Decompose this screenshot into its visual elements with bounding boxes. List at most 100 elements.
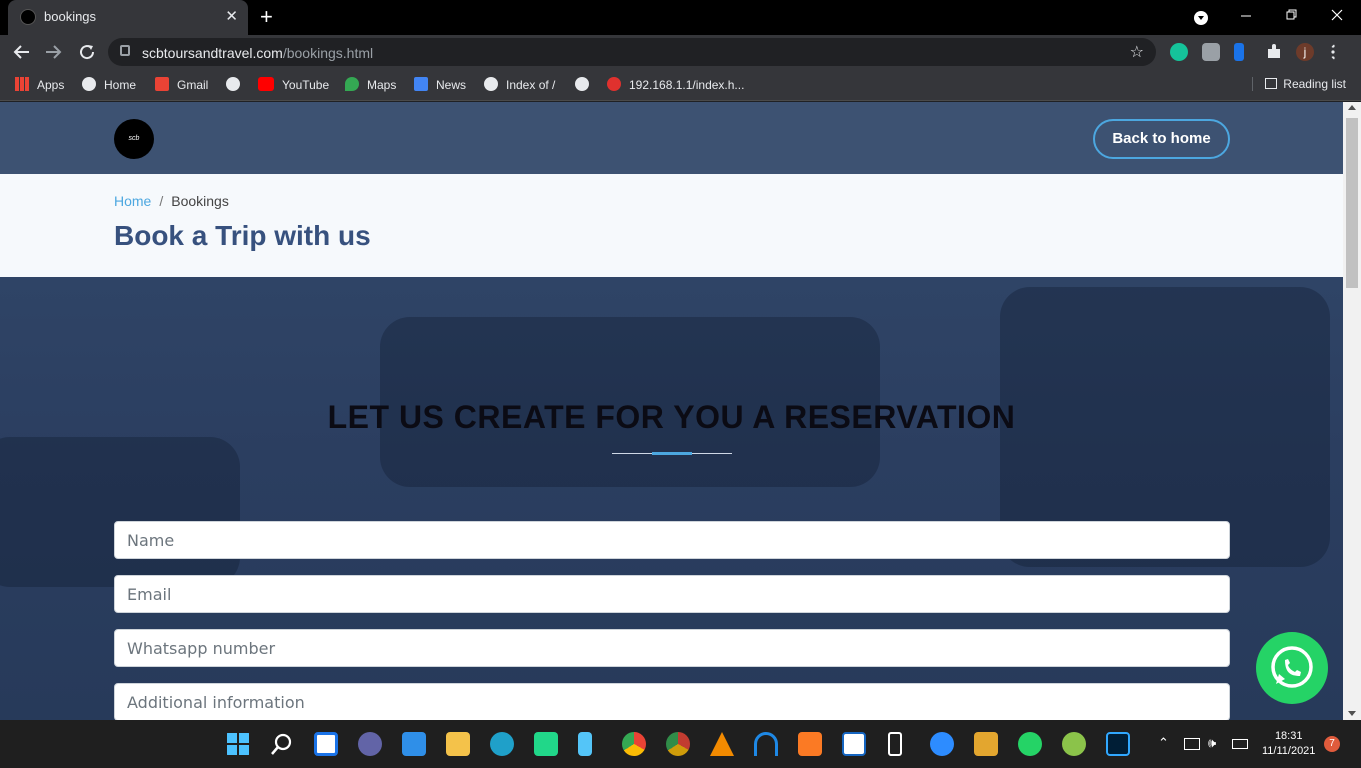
name-field[interactable] — [114, 521, 1230, 559]
email-field[interactable] — [114, 575, 1230, 613]
youtube-icon — [258, 77, 274, 91]
bookmark-globe-2[interactable] — [575, 77, 589, 92]
chrome-icon[interactable] — [622, 732, 646, 756]
clock-time: 18:31 — [1274, 730, 1303, 742]
breadcrumb-current: Bookings — [171, 193, 229, 209]
globe-icon — [226, 77, 240, 91]
breadcrumb-home-link[interactable]: Home — [114, 193, 151, 209]
scroll-up-arrow-icon[interactable] — [1348, 105, 1356, 110]
restore-icon[interactable] — [1286, 9, 1298, 21]
browser-toolbar: scbtoursandtravel.com/bookings.html ☆ j — [0, 35, 1361, 69]
extension-icon[interactable] — [1202, 43, 1220, 61]
close-window-icon[interactable] — [1331, 9, 1343, 21]
bookmark-router[interactable]: 192.168.1.1/index.h... — [607, 77, 744, 92]
bookmark-youtube[interactable]: YouTube — [258, 77, 329, 92]
bookmark-index-of[interactable]: Index of / — [484, 77, 555, 92]
news-icon — [414, 77, 428, 91]
address-bar[interactable]: scbtoursandtravel.com/bookings.html ☆ — [108, 38, 1156, 66]
bookmark-home[interactable]: Home — [82, 77, 136, 92]
scroll-down-arrow-icon[interactable] — [1348, 711, 1356, 716]
puzzle-extensions-icon[interactable] — [1265, 43, 1283, 61]
background-vehicle-shape — [0, 437, 240, 587]
new-tab-button[interactable]: + — [260, 4, 273, 30]
maps-pin-icon — [345, 77, 359, 91]
globe-icon — [82, 77, 96, 91]
reload-icon[interactable] — [78, 43, 96, 61]
reading-list-icon — [1265, 78, 1278, 89]
bookmarks-bar: Apps Home Gmail YouTube Maps News Index … — [0, 69, 1361, 101]
chat-icon[interactable] — [358, 732, 382, 756]
url-text: scbtoursandtravel.com/bookings.html — [142, 45, 374, 61]
whatsapp-taskbar-icon[interactable] — [1018, 732, 1042, 756]
breadcrumb-section: Home / Bookings Book a Trip with us — [0, 174, 1343, 277]
globe-icon — [575, 77, 589, 91]
flutter-icon[interactable] — [578, 732, 592, 756]
scrollbar-thumb[interactable] — [1346, 118, 1358, 288]
browser-tab[interactable]: bookings ✕ — [8, 0, 248, 35]
additional-information-field[interactable] — [114, 683, 1230, 720]
site-logo[interactable]: scb — [114, 119, 154, 159]
vscode-icon[interactable] — [402, 732, 426, 756]
clock-date: 11/11/2021 — [1262, 745, 1316, 757]
volume-icon[interactable]: 🕪 — [1208, 735, 1216, 751]
page-viewport: scb Back to home Home / Bookings Book a Tr… — [0, 102, 1343, 720]
chevron-up-icon[interactable]: ⌃ — [1158, 735, 1169, 751]
tab-title: bookings — [44, 9, 97, 24]
zoom-icon[interactable] — [930, 732, 954, 756]
xampp-icon[interactable] — [798, 732, 822, 756]
bookmark-gmail[interactable]: Gmail — [155, 77, 208, 92]
back-to-home-button[interactable]: Back to home — [1093, 119, 1230, 159]
title-divider-accent — [652, 452, 692, 455]
network-icon[interactable] — [1184, 738, 1200, 750]
menu-kebab-icon[interactable] — [1330, 43, 1348, 61]
search-icon[interactable] — [270, 732, 294, 756]
globe-icon — [484, 77, 498, 91]
profile-avatar[interactable]: j — [1296, 43, 1314, 61]
whatsapp-icon — [1271, 646, 1313, 688]
chrome-profile-icon[interactable] — [666, 732, 690, 756]
bookmark-news[interactable]: News — [414, 77, 466, 92]
system-clock[interactable]: 18:31 11/11/2021 — [1262, 729, 1315, 759]
lock-icon — [120, 45, 130, 56]
vlc-icon[interactable] — [710, 732, 734, 756]
minimize-icon[interactable] — [1240, 10, 1252, 22]
tab-strip: bookings ✕ + — [0, 0, 1361, 35]
app-circle-icon[interactable] — [1062, 732, 1086, 756]
pycharm-icon[interactable] — [534, 732, 558, 756]
wifi-app-icon[interactable] — [754, 732, 778, 756]
page-scrollbar[interactable] — [1343, 102, 1361, 720]
edge-icon[interactable] — [490, 732, 514, 756]
whatsapp-number-field[interactable] — [114, 629, 1230, 667]
site-favicon-icon — [20, 9, 36, 25]
back-arrow-icon[interactable] — [12, 44, 30, 60]
gmail-icon — [155, 77, 169, 91]
breadcrumb: Home / Bookings — [114, 193, 229, 209]
bookmark-globe[interactable] — [226, 77, 240, 92]
windows-start-icon[interactable] — [226, 732, 250, 756]
page-title: Book a Trip with us — [114, 220, 371, 251]
site-header: scb Back to home — [0, 102, 1343, 174]
airtel-icon — [607, 77, 621, 91]
typing-practice-icon[interactable] — [974, 732, 998, 756]
reservation-title: LET US CREATE FOR YOU A RESERVATION — [327, 399, 1016, 435]
grammarly-extension-icon[interactable] — [1170, 43, 1188, 61]
battery-icon[interactable] — [1232, 739, 1248, 749]
phone-link-icon[interactable] — [888, 732, 902, 756]
photoshop-icon[interactable] — [1106, 732, 1130, 756]
bookmark-star-icon[interactable]: ☆ — [1130, 42, 1144, 62]
breadcrumb-separator: / — [159, 193, 164, 209]
forward-arrow-icon[interactable] — [45, 44, 63, 60]
app-window-icon[interactable] — [842, 732, 866, 756]
notification-badge[interactable]: 7 — [1324, 736, 1340, 752]
whatsapp-chat-button[interactable] — [1256, 632, 1328, 704]
extension-flash-icon[interactable] — [1234, 43, 1244, 61]
reading-list-button[interactable]: Reading list — [1252, 77, 1346, 91]
windows-taskbar: ⌃ 🕪 18:31 11/11/2021 7 — [0, 720, 1361, 768]
close-tab-icon[interactable]: ✕ — [225, 7, 238, 25]
bookmark-apps[interactable]: Apps — [15, 77, 64, 92]
file-explorer-icon[interactable] — [446, 732, 470, 756]
bookmark-maps[interactable]: Maps — [345, 77, 396, 92]
tab-search-icon[interactable] — [1193, 10, 1209, 26]
apps-grid-icon — [15, 77, 29, 91]
task-view-icon[interactable] — [314, 732, 338, 756]
